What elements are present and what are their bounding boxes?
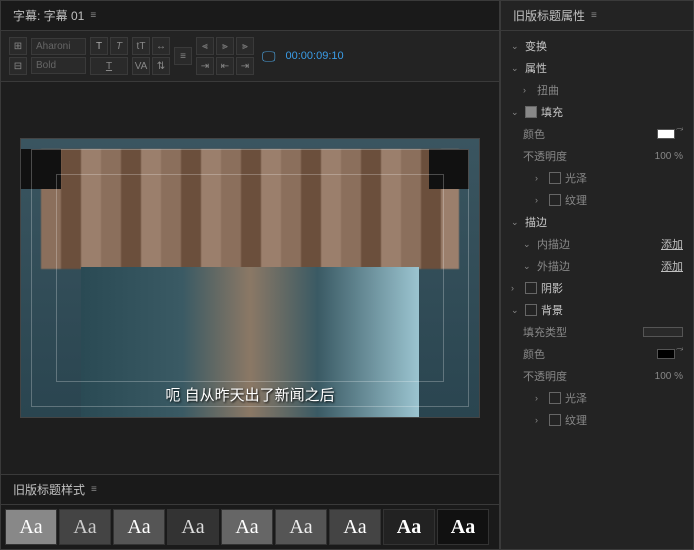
row-outer-stroke[interactable]: ⌄外描边添加 — [501, 255, 693, 277]
fill-checkbox[interactable] — [525, 106, 537, 118]
tab2-icon[interactable]: ⇤ — [216, 57, 234, 75]
italic-tool-icon[interactable]: T — [110, 37, 128, 55]
tab-icon[interactable]: ⇥ — [196, 57, 214, 75]
timecode-display[interactable]: 00:00:09:10 — [286, 50, 344, 62]
sheen-checkbox[interactable] — [549, 172, 561, 184]
fill-color-swatch[interactable] — [657, 129, 675, 139]
style-swatch-3[interactable]: Aa — [167, 509, 219, 545]
bg-sheen-checkbox[interactable] — [549, 392, 561, 404]
style-swatch-1[interactable]: Aa — [59, 509, 111, 545]
style-swatch-2[interactable]: Aa — [113, 509, 165, 545]
row-fill-type[interactable]: 填充类型 — [501, 321, 693, 343]
baseline-icon[interactable]: ≡ — [174, 47, 192, 65]
section-properties[interactable]: ⌄属性 — [501, 57, 693, 79]
section-transform[interactable]: ⌄变换 — [501, 35, 693, 57]
bg-color-swatch[interactable] — [657, 349, 675, 359]
styles-panel-header: 旧版标题样式 ≡ — [1, 475, 499, 505]
props-title: 旧版标题属性 — [513, 7, 585, 24]
tracking-icon[interactable]: ⇅ — [152, 57, 170, 75]
row-bg-opacity: 不透明度100 % — [501, 365, 693, 387]
preview-frame[interactable]: 呃 自从昨天出了新闻之后 — [20, 138, 480, 418]
type-tool-icon[interactable]: T — [90, 37, 108, 55]
style-swatch-5[interactable]: Aa — [275, 509, 327, 545]
row-inner-stroke[interactable]: ⌄内描边添加 — [501, 233, 693, 255]
add-outer-stroke[interactable]: 添加 — [661, 258, 683, 274]
props-panel-header: 旧版标题属性 ≡ — [501, 1, 693, 31]
shadow-checkbox[interactable] — [525, 282, 537, 294]
row-fill-sheen[interactable]: ›光泽 — [501, 167, 693, 189]
underline-tool-icon[interactable]: T — [90, 57, 128, 75]
monitor-icon[interactable]: 🖵 — [262, 48, 276, 65]
panel-menu-icon[interactable]: ≡ — [90, 10, 96, 21]
size-tool-icon[interactable]: tT — [132, 37, 150, 55]
leading-icon[interactable]: VA — [132, 57, 150, 75]
panel-title: 字幕: 字幕 01 — [13, 7, 84, 24]
row-fill-opacity: 不透明度100 % — [501, 145, 693, 167]
section-fill[interactable]: ⌄填充 — [501, 101, 693, 123]
filltype-swatch[interactable] — [643, 327, 683, 337]
row-fill-texture[interactable]: ›纹理 — [501, 189, 693, 211]
texture-checkbox[interactable] — [549, 194, 561, 206]
row-bg-sheen[interactable]: ›光泽 — [501, 387, 693, 409]
section-stroke[interactable]: ⌄描边 — [501, 211, 693, 233]
tool-btn-1[interactable]: ⊞ — [9, 37, 27, 55]
preview-area: 呃 自从昨天出了新闻之后 — [1, 82, 499, 474]
row-distort[interactable]: ›扭曲 — [501, 79, 693, 101]
styles-menu-icon[interactable]: ≡ — [91, 484, 97, 495]
style-swatch-6[interactable]: Aa — [329, 509, 381, 545]
tab3-icon[interactable]: ⇥ — [236, 57, 254, 75]
font-name-select[interactable]: Aharoni — [31, 38, 86, 55]
tool-btn-2[interactable]: ⊟ — [9, 57, 27, 75]
style-swatch-0[interactable]: Aa — [5, 509, 57, 545]
title-toolbar: ⊞ ⊟ Aharoni Bold T T T tT ↔ VA — [1, 31, 499, 82]
props-menu-icon[interactable]: ≡ — [591, 10, 597, 21]
align-right-icon[interactable]: ⫸ — [236, 37, 254, 55]
kerning-icon[interactable]: ↔ — [152, 37, 170, 55]
style-swatch-8[interactable]: Aa — [437, 509, 489, 545]
styles-row: AaAaAaAaAaAaAaAaAa — [1, 505, 499, 549]
style-swatch-4[interactable]: Aa — [221, 509, 273, 545]
style-swatch-7[interactable]: Aa — [383, 509, 435, 545]
row-bg-texture[interactable]: ›纹理 — [501, 409, 693, 431]
font-weight-select[interactable]: Bold — [31, 57, 86, 74]
safe-margin-inner — [56, 174, 444, 382]
subtitle-panel-header: 字幕: 字幕 01 ≡ — [1, 1, 499, 31]
styles-title: 旧版标题样式 — [13, 481, 85, 498]
bg-texture-checkbox[interactable] — [549, 414, 561, 426]
add-inner-stroke[interactable]: 添加 — [661, 236, 683, 252]
row-fill-color[interactable]: 颜色⃕ — [501, 123, 693, 145]
bg-checkbox[interactable] — [525, 304, 537, 316]
subtitle-text[interactable]: 呃 自从昨天出了新闻之后 — [165, 384, 334, 405]
section-background[interactable]: ⌄背景 — [501, 299, 693, 321]
align-left-icon[interactable]: ⫷ — [196, 37, 214, 55]
section-shadow[interactable]: ›阴影 — [501, 277, 693, 299]
align-center-icon[interactable]: ⫸ — [216, 37, 234, 55]
row-bg-color[interactable]: 颜色⃕ — [501, 343, 693, 365]
